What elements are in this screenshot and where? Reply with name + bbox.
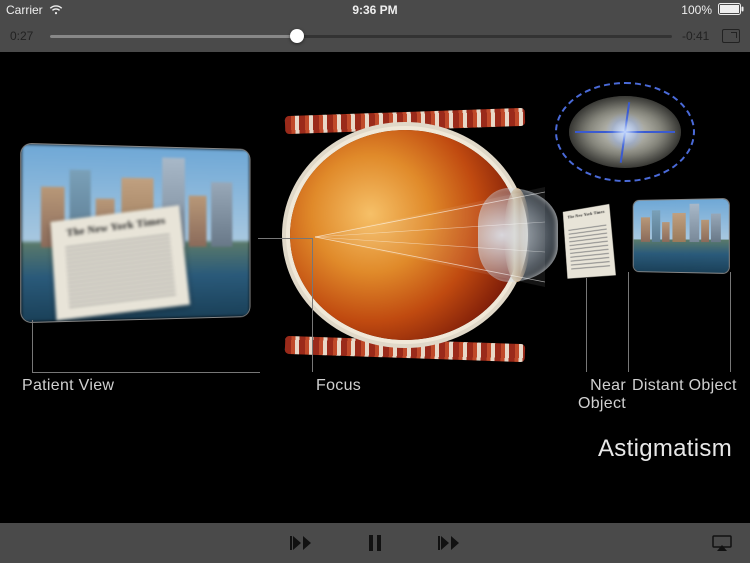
player-controls (0, 523, 750, 563)
near-object-label: Near Object (540, 377, 626, 413)
distant-object-label: Distant Object (632, 377, 737, 395)
fullscreen-icon[interactable] (722, 29, 740, 43)
scrubber-thumb[interactable] (290, 29, 304, 43)
near-object-image (564, 206, 612, 278)
eye-cross-section (290, 130, 520, 340)
eye-cornea (478, 188, 558, 282)
cityscape-illustration (21, 144, 249, 322)
wifi-icon (49, 5, 63, 15)
battery-icon (718, 3, 744, 18)
guideline (32, 320, 33, 372)
patient-view-label: Patient View (22, 377, 114, 395)
previous-track-button[interactable] (289, 531, 313, 555)
guideline (628, 272, 629, 372)
clock-label: 9:36 PM (352, 3, 397, 17)
pause-button[interactable] (363, 531, 387, 555)
guideline (32, 372, 260, 373)
condition-title: Astigmatism (598, 435, 732, 463)
guideline (258, 238, 312, 239)
scrubber-track[interactable] (50, 35, 672, 38)
guideline (730, 272, 731, 372)
cornea-detail-diagram (555, 82, 695, 182)
focus-label: Focus (316, 377, 361, 395)
distant-object-image (634, 199, 729, 273)
scrubber-fill (50, 35, 297, 38)
remaining-time-label: -0:41 (682, 29, 712, 43)
elapsed-time-label: 0:27 (10, 29, 40, 43)
battery-percent-label: 100% (681, 3, 712, 17)
newspaper-illustration (51, 206, 191, 321)
status-bar: Carrier 9:36 PM 100% (0, 0, 750, 20)
guideline (312, 238, 313, 372)
scrubber-bar: 0:27 -0:41 (0, 20, 750, 52)
next-track-button[interactable] (437, 531, 461, 555)
video-content: Patient View Focus Near Object Distant O… (0, 52, 750, 523)
guideline (586, 278, 587, 372)
patient-view-image (21, 144, 249, 322)
airplay-button[interactable] (710, 531, 734, 555)
carrier-label: Carrier (6, 3, 43, 17)
status-right: 100% (681, 3, 744, 18)
status-left: Carrier (6, 3, 63, 17)
